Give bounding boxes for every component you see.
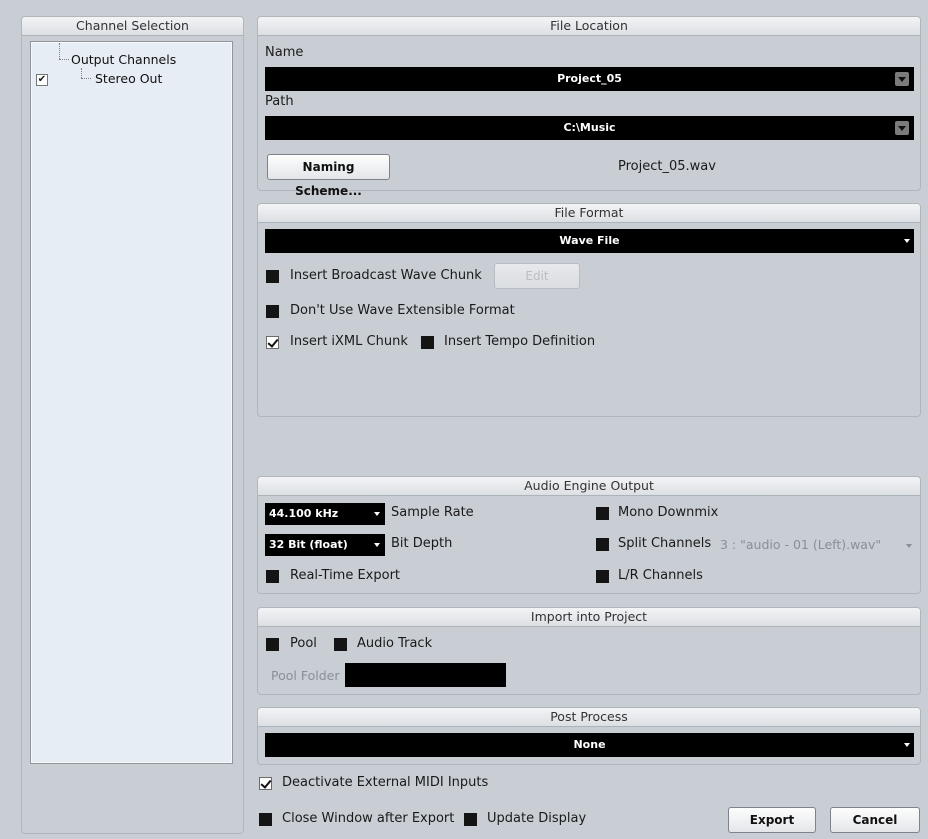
chevron-down-icon [374,512,380,516]
chevron-down-icon [374,543,380,547]
name-label: Name [265,45,304,60]
path-dropdown-icon[interactable] [895,121,909,135]
sample-rate-dropdown[interactable]: 44.100 kHz [265,503,385,525]
tree-item-stereo-out[interactable]: Stereo Out [95,71,162,86]
update-display-label: Update Display [487,811,587,826]
wave-extensible-checkbox[interactable] [266,305,279,318]
cancel-button[interactable]: Cancel [830,807,920,833]
file-name-preview: Project_05.wav [618,159,716,174]
split-channels-dropdown[interactable]: 3 : "audio - 01 (Left).wav" [720,537,881,552]
path-label: Path [265,94,294,109]
pool-folder-field[interactable] [345,663,506,687]
post-process-title: Post Process [258,708,920,727]
ixml-chunk-label: Insert iXML Chunk [290,334,408,349]
tree-connector [59,43,60,59]
sample-rate-value: 44.100 kHz [269,507,339,520]
realtime-export-checkbox[interactable] [266,570,279,583]
chevron-down-icon [904,743,910,747]
broadcast-wave-label: Insert Broadcast Wave Chunk [290,268,482,283]
tempo-definition-checkbox[interactable] [421,336,434,349]
update-display-checkbox[interactable] [464,813,477,826]
audio-engine-title: Audio Engine Output [258,477,920,496]
bit-depth-label: Bit Depth [391,536,453,551]
bit-depth-dropdown[interactable]: 32 Bit (float) [265,534,385,556]
mono-downmix-checkbox[interactable] [596,507,609,520]
naming-scheme-button[interactable]: Naming Scheme... [267,154,390,198]
audio-track-label: Audio Track [357,636,433,651]
ixml-chunk-checkbox[interactable] [266,336,279,349]
sample-rate-label: Sample Rate [391,505,474,520]
stereo-out-checkbox[interactable]: ✔ [36,74,48,86]
path-value: C:\Music [563,121,616,134]
name-value: Project_05 [557,72,622,85]
split-channels-value: 3 : "audio - 01 (Left).wav" [720,537,882,552]
pool-checkbox[interactable] [266,638,279,651]
broadcast-wave-checkbox[interactable] [266,270,279,283]
file-format-title: File Format [258,204,920,223]
import-project-title: Import into Project [258,608,920,627]
post-process-dropdown[interactable]: None [265,733,914,757]
export-button[interactable]: Export [728,807,816,833]
deactivate-midi-checkbox[interactable] [259,777,272,790]
bit-depth-value: 32 Bit (float) [269,538,348,551]
path-field[interactable]: C:\Music [265,116,914,140]
file-format-value: Wave File [559,234,620,247]
channel-tree[interactable]: Output Channels ✔ Stereo Out [30,41,233,764]
channel-selection-title: Channel Selection [22,17,243,36]
pool-label: Pool [290,636,317,651]
chevron-down-icon[interactable] [906,544,912,548]
file-format-dropdown[interactable]: Wave File [265,229,914,253]
wave-extensible-label: Don't Use Wave Extensible Format [290,303,515,318]
split-channels-label: Split Channels [618,536,712,551]
split-channels-checkbox[interactable] [596,538,609,551]
realtime-export-label: Real-Time Export [290,568,401,583]
tree-item-output-channels[interactable]: Output Channels [71,52,176,67]
post-process-value: None [573,738,606,751]
chevron-down-icon [904,239,910,243]
close-window-label: Close Window after Export [282,811,455,826]
mono-downmix-label: Mono Downmix [618,505,719,520]
lr-channels-label: L/R Channels [618,568,703,583]
close-window-checkbox[interactable] [259,813,272,826]
tree-connector [59,59,69,60]
tree-connector [81,68,82,78]
pool-folder-label: Pool Folder [271,668,340,683]
file-location-title: File Location [258,17,920,36]
tree-connector [81,78,91,79]
lr-channels-checkbox[interactable] [596,570,609,583]
name-dropdown-icon[interactable] [895,72,909,86]
name-field[interactable]: Project_05 [265,67,914,91]
audio-track-checkbox[interactable] [334,638,347,651]
tempo-definition-label: Insert Tempo Definition [444,334,596,349]
deactivate-midi-label: Deactivate External MIDI Inputs [282,775,489,790]
edit-button[interactable]: Edit [494,263,580,289]
